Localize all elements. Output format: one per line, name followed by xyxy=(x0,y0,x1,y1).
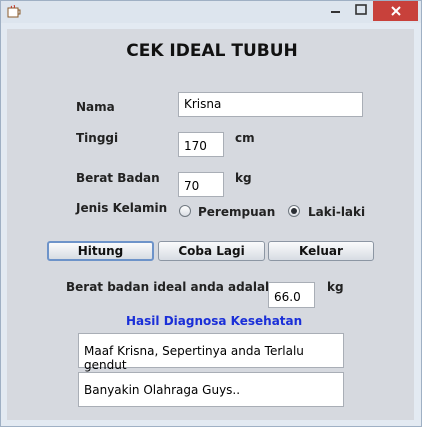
minimize-button[interactable] xyxy=(323,1,349,21)
diagnosa-text-1: Maaf Krisna, Sepertinya anda Terlalu gen… xyxy=(84,344,304,372)
close-button[interactable] xyxy=(373,1,418,21)
berat-field[interactable]: 70 xyxy=(178,172,224,197)
nama-value: Krisna xyxy=(184,97,222,111)
nama-label: Nama xyxy=(76,100,115,114)
diagnosa-field-2[interactable]: Banyakin Olahraga Guys.. xyxy=(78,372,344,407)
jenis-kelamin-label: Jenis Kelamin xyxy=(76,201,168,215)
java-app-icon xyxy=(7,5,21,18)
app-window: CEK IDEAL TUBUH Nama Krisna Tinggi 170 c… xyxy=(0,0,422,427)
minimize-icon xyxy=(331,11,340,13)
berat-ideal-field[interactable]: 66.0 xyxy=(268,282,315,308)
radio-perempuan[interactable] xyxy=(179,205,191,217)
berat-ideal-value: 66.0 xyxy=(274,290,301,304)
berat-unit: kg xyxy=(235,171,252,185)
tinggi-unit: cm xyxy=(235,131,255,145)
tinggi-label: Tinggi xyxy=(76,131,119,145)
tinggi-value: 170 xyxy=(184,139,207,153)
maximize-icon xyxy=(355,4,367,15)
maximize-button[interactable] xyxy=(349,1,373,21)
nama-field[interactable]: Krisna xyxy=(178,92,363,117)
title-bar xyxy=(1,1,421,23)
berat-label: Berat Badan xyxy=(76,171,160,185)
keluar-button[interactable]: Keluar xyxy=(268,241,374,261)
coba-lagi-button[interactable]: Coba Lagi xyxy=(158,241,265,261)
diagnosa-field-1[interactable]: Maaf Krisna, Sepertinya anda Terlalu gen… xyxy=(78,333,344,372)
diagnosa-heading: Hasil Diagnosa Kesehatan xyxy=(126,314,303,328)
berat-value: 70 xyxy=(184,179,200,193)
berat-ideal-unit: kg xyxy=(327,280,344,294)
radio-laki-laki-label[interactable]: Laki-laki xyxy=(308,205,365,219)
close-icon xyxy=(390,6,401,16)
radio-laki-laki[interactable] xyxy=(288,205,300,217)
page-title: CEK IDEAL TUBUH xyxy=(126,41,298,61)
diagnosa-text-2: Banyakin Olahraga Guys.. xyxy=(84,383,241,397)
radio-perempuan-label[interactable]: Perempuan xyxy=(198,205,275,219)
hitung-button[interactable]: Hitung xyxy=(47,241,154,261)
berat-ideal-label: Berat badan ideal anda adalah xyxy=(66,280,274,294)
tinggi-field[interactable]: 170 xyxy=(178,132,224,157)
